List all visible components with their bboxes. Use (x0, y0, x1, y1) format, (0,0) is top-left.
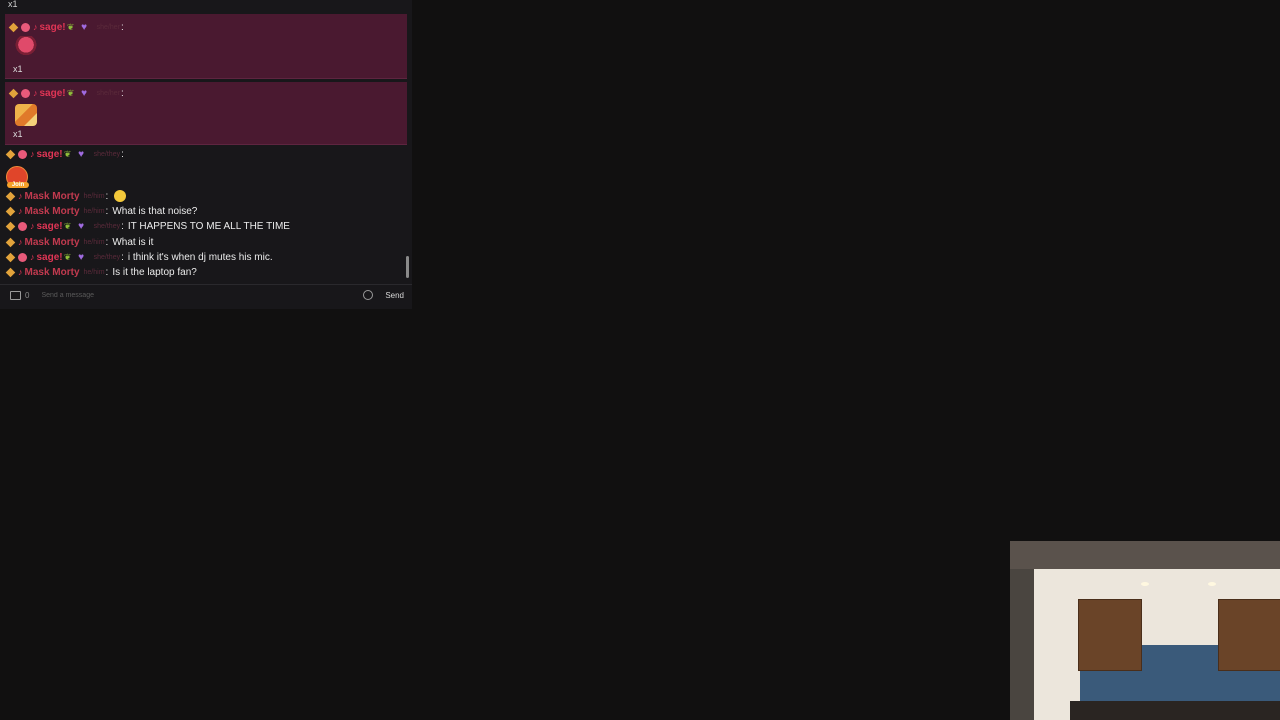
join-badge-icon: Join (6, 166, 29, 188)
message-text: IT HAPPENS TO ME ALL THE TIME (127, 220, 290, 232)
tiktok-icon: ♪ (33, 88, 38, 98)
moderator-badge-icon (5, 237, 16, 247)
moderator-badge-icon (5, 267, 16, 277)
chat-input-bar: 0 Send (0, 284, 412, 305)
plant-badge-icon: ❦ (63, 148, 72, 159)
username[interactable]: Mask Morty (25, 191, 80, 202)
chat-message: ♪ Mask Morty he/him : What is that noise… (5, 204, 198, 218)
message-text: What is it (112, 236, 154, 248)
pronoun-label: she/her (96, 23, 120, 31)
gift-message: ♪ sage! ❦ ♥ she/her : x1 (5, 82, 407, 145)
moderator-badge-icon (8, 88, 19, 98)
arrow-gift-icon (15, 104, 37, 126)
plant-badge-icon: ❦ (66, 87, 75, 98)
moderator-badge-icon (5, 191, 16, 201)
tiktok-icon: ♪ (18, 191, 23, 201)
pronoun-label: he/him (83, 192, 105, 200)
webcam-counter (1070, 701, 1280, 720)
username[interactable]: Mask Morty (25, 267, 80, 278)
settings-icon[interactable] (363, 290, 374, 300)
cabinet-right (1218, 599, 1280, 671)
username[interactable]: sage! (40, 22, 66, 33)
message-text: What is that noise? (112, 205, 198, 217)
chat-message: ♪ sage! ❦ ♥ she/they : i think it's when… (5, 250, 273, 264)
pronoun-label: she/her (96, 89, 120, 97)
chat-scrollbar[interactable] (406, 256, 409, 278)
chat-panel: x1 ♪ sage! ❦ ♥ she/her : x1 ♪ sage! ❦ ♥ … (0, 0, 412, 309)
chat-message: ♪ sage! ❦ ♥ she/they : IT HAPPENS TO ME … (5, 219, 290, 233)
chat-bubble-icon[interactable] (10, 290, 21, 300)
gift-message: ♪ sage! ❦ ♥ she/her : x1 (5, 14, 407, 79)
webcam-preview (1010, 541, 1280, 720)
send-button[interactable]: Send (385, 291, 404, 300)
moderator-badge-icon (8, 22, 19, 32)
tiktok-icon: ♪ (18, 267, 23, 277)
webcam-ceiling (1010, 541, 1280, 569)
pronoun-label: she/they (93, 253, 121, 261)
plant-badge-icon: ❦ (66, 21, 75, 32)
heart-badge-icon: ♥ (78, 148, 85, 160)
cabinet-left (1078, 599, 1142, 671)
tiktok-icon: ♪ (30, 252, 35, 262)
pronoun-label: she/they (93, 222, 121, 230)
mask-badge-icon (18, 221, 27, 231)
tiktok-icon: ♪ (30, 149, 35, 159)
chat-message: ♪ Mask Morty he/him : (5, 189, 127, 203)
gift-count: x1 (13, 129, 23, 139)
chat-message: ♪ Mask Morty he/him : What is it (5, 235, 154, 249)
ceiling-light-icon (1141, 582, 1149, 586)
join-message: ♪ sage! ❦ ♥ she/they : (5, 147, 128, 161)
moderator-badge-icon (5, 221, 16, 231)
rose-gift-icon (15, 36, 37, 58)
ceiling-light-icon (1208, 582, 1216, 586)
pronoun-label: he/him (83, 268, 105, 276)
tiktok-icon: ♪ (18, 237, 23, 247)
username[interactable]: sage! (37, 252, 63, 263)
plant-badge-icon: ❦ (63, 251, 72, 262)
chat-message: ♪ Mask Morty he/him : Is it the laptop f… (5, 265, 197, 279)
mask-badge-icon (21, 88, 30, 98)
chat-message-input[interactable] (39, 290, 364, 300)
heart-badge-icon: ♥ (81, 21, 88, 33)
message-text: i think it's when dj mutes his mic. (127, 251, 273, 263)
heart-badge-icon: ♥ (78, 251, 85, 263)
gift-header: ♪ sage! ❦ ♥ she/her : (8, 86, 128, 100)
username[interactable]: Mask Morty (25, 206, 80, 217)
webcam-doorframe (1010, 569, 1034, 720)
moderator-badge-icon (5, 149, 16, 159)
moderator-badge-icon (5, 252, 16, 262)
join-label: Join (7, 182, 29, 188)
heart-badge-icon: ♥ (78, 220, 85, 232)
plant-badge-icon: ❦ (63, 220, 72, 231)
mask-badge-icon (18, 149, 27, 159)
tiktok-icon: ♪ (30, 221, 35, 231)
input-counter: 0 (25, 290, 30, 300)
pronoun-label: she/they (93, 150, 121, 158)
gift-count: x1 (13, 64, 23, 74)
tiktok-icon: ♪ (33, 22, 38, 32)
pronoun-label: he/him (83, 207, 105, 215)
gift-header: ♪ sage! ❦ ♥ she/her : (8, 20, 128, 34)
mask-badge-icon (21, 22, 30, 32)
clipped-count: x1 (8, 0, 18, 9)
message-text: Is it the laptop fan? (112, 266, 197, 278)
heart-badge-icon: ♥ (81, 87, 88, 99)
username[interactable]: sage! (37, 221, 63, 232)
tiktok-icon: ♪ (18, 206, 23, 216)
username[interactable]: sage! (37, 149, 63, 160)
username[interactable]: sage! (40, 88, 66, 99)
pronoun-label: he/him (83, 238, 105, 246)
smile-emoji-icon (114, 190, 127, 202)
username[interactable]: Mask Morty (25, 237, 80, 248)
moderator-badge-icon (5, 206, 16, 216)
mask-badge-icon (18, 252, 27, 262)
